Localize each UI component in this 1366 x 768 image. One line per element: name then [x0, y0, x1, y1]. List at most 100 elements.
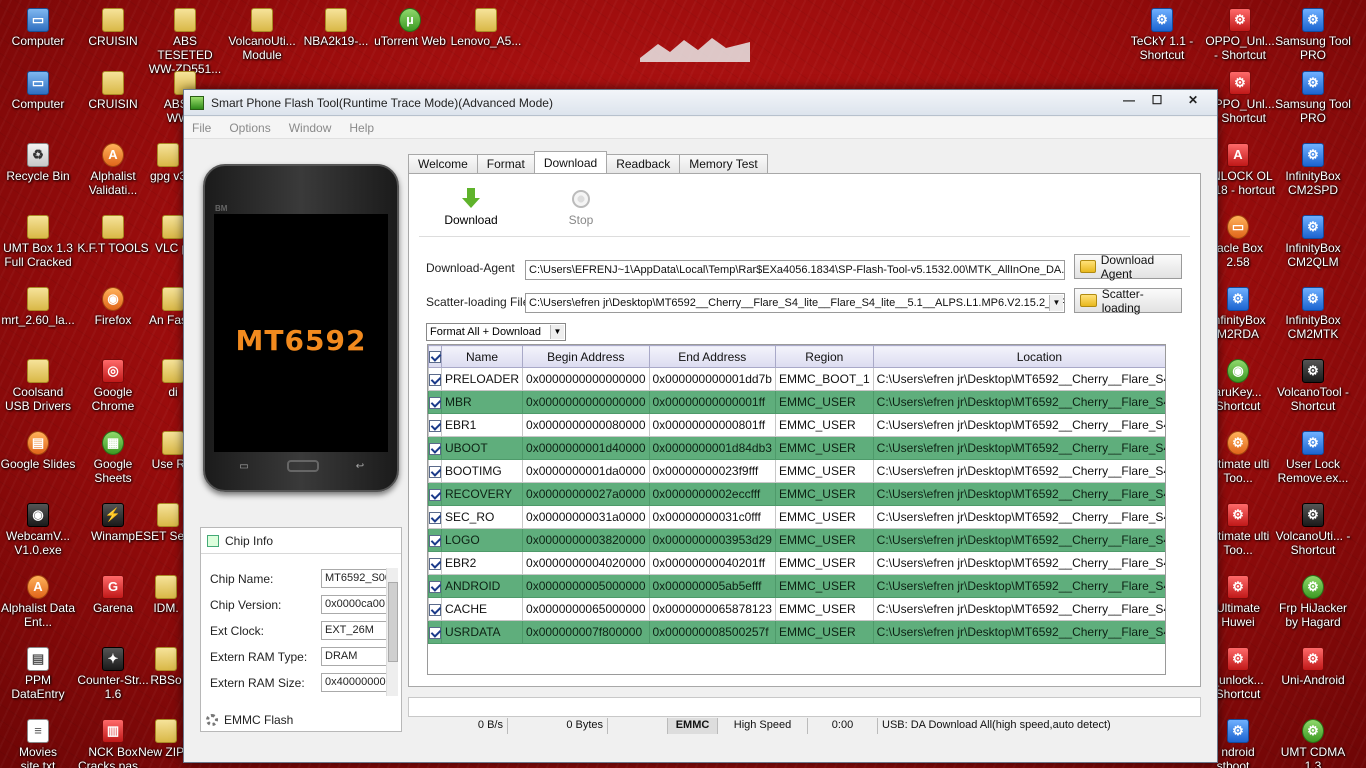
chip-version-field[interactable]: 0x0000ca00	[321, 595, 392, 614]
menu-file[interactable]: File	[192, 121, 211, 135]
desktop-shortcut[interactable]: ⚙ UMT CDMA 1.3	[1275, 719, 1351, 768]
desktop-shortcut[interactable]: Coolsand USB Drivers	[0, 359, 76, 413]
emmc-flash-section[interactable]: EMMC Flash	[200, 709, 402, 731]
menu-help[interactable]: Help	[349, 121, 374, 135]
table-row[interactable]: EBR1 0x0000000000080000 0x00000000000801ff…	[428, 413, 1165, 437]
ram-size-field[interactable]: 0x40000000	[321, 673, 392, 692]
ext-clock-field[interactable]: EXT_26M	[321, 621, 392, 640]
desktop-shortcut[interactable]: ▭ Computer	[0, 8, 76, 48]
desktop-shortcut[interactable]: ≡ Movies site.txt	[0, 719, 76, 768]
desktop-shortcut[interactable]: ◉ WebcamV... V1.0.exe	[0, 503, 76, 557]
row-checkbox[interactable]	[428, 597, 442, 621]
shortcut-icon	[475, 8, 497, 32]
chip-info-scrollbar[interactable]	[386, 568, 398, 696]
desktop-shortcut[interactable]: CRUISIN	[75, 8, 151, 48]
desktop-shortcut[interactable]: ABS TESETED WW-ZD551...	[147, 8, 223, 76]
column-location[interactable]: Location	[872, 345, 1165, 368]
desktop-shortcut[interactable]: A Alphalist Data Ent...	[0, 575, 76, 629]
row-checkbox[interactable]	[428, 528, 442, 552]
row-checkbox[interactable]	[428, 551, 442, 575]
table-row[interactable]: USRDATA 0x000000007f800000 0x0000000085002…	[428, 620, 1165, 644]
ram-type-field[interactable]: DRAM	[321, 647, 392, 666]
desktop-shortcut[interactable]: CRUISIN	[75, 71, 151, 111]
desktop-shortcut[interactable]: ⚙ TeCkY 1.1 - Shortcut	[1124, 8, 1200, 62]
download-mode-select[interactable]: Format All + Download ▼	[426, 323, 566, 341]
row-checkbox[interactable]	[428, 482, 442, 506]
shortcut-icon: ▥	[102, 719, 124, 743]
column-name[interactable]: Name	[440, 345, 524, 368]
close-button[interactable]: ✕	[1171, 90, 1215, 110]
desktop-shortcut[interactable]: ⚙ VolcanoTool - Shortcut	[1275, 359, 1351, 413]
column-begin-address[interactable]: Begin Address	[522, 345, 650, 368]
chevron-down-icon[interactable]: ▼	[550, 325, 564, 339]
tab-download[interactable]: Download	[533, 151, 608, 173]
tab-format[interactable]: Format	[476, 154, 535, 173]
stop-button[interactable]: Stop	[551, 188, 611, 227]
desktop-shortcut[interactable]: NBA2k19-...	[298, 8, 374, 48]
menu-options[interactable]: Options	[229, 121, 270, 135]
scatter-loading-button[interactable]: Scatter-loading	[1074, 287, 1182, 315]
desktop-shortcut[interactable]: ⚙ OPPO_Unl... - Shortcut	[1202, 8, 1278, 62]
row-checkbox[interactable]	[428, 620, 442, 644]
download-button[interactable]: Download	[441, 188, 501, 227]
table-row[interactable]: UBOOT 0x0000000001d40000 0x0000000001d84db…	[428, 436, 1165, 460]
desktop-shortcut[interactable]: Lenovo_A5...	[448, 8, 524, 48]
desktop-shortcut[interactable]: VolcanoUti... Module	[224, 8, 300, 62]
row-checkbox[interactable]	[428, 367, 442, 391]
desktop-shortcut[interactable]: µ uTorrent Web	[372, 8, 448, 48]
table-row[interactable]: BOOTIMG 0x0000000001da0000 0x00000000023f9…	[428, 459, 1165, 483]
scrollbar-thumb[interactable]	[388, 582, 398, 662]
row-checkbox[interactable]	[428, 390, 442, 414]
desktop-shortcut[interactable]: ⚙ InfinityBox CM2SPD	[1275, 143, 1351, 197]
desktop-shortcut[interactable]: mrt_2.60_la...	[0, 287, 76, 327]
tab-readback[interactable]: Readback	[606, 154, 681, 173]
desktop-shortcut[interactable]: UMT Box 1.3 Full Cracked	[0, 215, 76, 269]
row-checkbox[interactable]	[428, 505, 442, 529]
cell-name: MBR	[440, 390, 524, 414]
table-row[interactable]: ANDROID 0x0000000005000000 0x000000005ab5e…	[428, 574, 1165, 598]
desktop-shortcut[interactable]: ⚙ Uni-Android	[1275, 647, 1351, 687]
table-row[interactable]: PRELOADER 0x0000000000000000 0x00000000000…	[428, 367, 1165, 391]
table-row[interactable]: CACHE 0x0000000065000000 0x000000006587812…	[428, 597, 1165, 621]
desktop-shortcut[interactable]: ⚙ Samsung Tool PRO	[1275, 71, 1351, 125]
minimize-button[interactable]: —	[1115, 90, 1143, 110]
desktop-shortcut[interactable]: ⚙ InfinityBox CM2MTK	[1275, 287, 1351, 341]
column-end-address[interactable]: End Address	[648, 345, 776, 368]
row-checkbox[interactable]	[428, 436, 442, 460]
desktop-shortcut[interactable]: ⚙ VolcanoUti... - Shortcut	[1275, 503, 1351, 557]
shortcut-label: TeCkY 1.1 - Shortcut	[1130, 34, 1194, 62]
download-agent-input[interactable]: C:\Users\EFRENJ~1\AppData\Local\Temp\Rar…	[525, 260, 1065, 280]
shortcut-label: Samsung Tool PRO	[1275, 97, 1351, 125]
row-checkbox[interactable]	[428, 574, 442, 598]
table-row[interactable]: SEC_RO 0x00000000031a0000 0x00000000031c0f…	[428, 505, 1165, 529]
column-region[interactable]: Region	[774, 345, 874, 368]
row-checkbox[interactable]	[428, 459, 442, 483]
desktop-shortcut[interactable]: ⚙ InfinityBox CM2QLM	[1275, 215, 1351, 269]
desktop-shortcut[interactable]: ⚙ Frp HiJacker by Hagard	[1275, 575, 1351, 629]
table-row[interactable]: RECOVERY 0x00000000027a0000 0x0000000002ec…	[428, 482, 1165, 506]
table-row[interactable]: MBR 0x0000000000000000 0x00000000000001ff E…	[428, 390, 1165, 414]
desktop-shortcut[interactable]: ▤ Google Slides	[0, 431, 76, 471]
scatter-file-combo[interactable]: C:\Users\efren jr\Desktop\MT6592__Cherry…	[525, 293, 1065, 313]
title-bar[interactable]: Smart Phone Flash Tool(Runtime Trace Mod…	[184, 90, 1217, 116]
chip-info-header[interactable]: Chip Info	[201, 528, 401, 554]
desktop-shortcut[interactable]: ▭ Computer	[0, 71, 76, 111]
download-agent-button[interactable]: Download Agent	[1074, 253, 1182, 281]
shortcut-icon: ⚙	[1151, 8, 1173, 32]
desktop-shortcut[interactable]: ▤ PPM DataEntry	[0, 647, 76, 701]
maximize-button[interactable]: ☐	[1143, 90, 1171, 110]
menu-window[interactable]: Window	[289, 121, 332, 135]
row-checkbox[interactable]	[428, 413, 442, 437]
download-arrow-icon	[462, 188, 480, 210]
chip-name-field[interactable]: MT6592_S00	[321, 569, 392, 588]
tab-welcome[interactable]: Welcome	[408, 154, 478, 173]
tab-memory-test[interactable]: Memory Test	[679, 154, 768, 173]
chevron-down-icon[interactable]: ▼	[1049, 295, 1063, 311]
select-all-checkbox[interactable]	[428, 345, 442, 368]
table-row[interactable]: EBR2 0x0000000004020000 0x00000000040201ff…	[428, 551, 1165, 575]
table-row[interactable]: LOGO 0x0000000003820000 0x0000000003953d29…	[428, 528, 1165, 552]
desktop-shortcut[interactable]: ⚙ Samsung Tool PRO	[1275, 8, 1351, 62]
desktop-shortcut[interactable]: ⚙ User Lock Remove.ex...	[1275, 431, 1351, 485]
desktop-shortcut[interactable]: ♻ Recycle Bin	[0, 143, 76, 183]
cell-begin: 0x0000000065000000	[522, 597, 650, 621]
